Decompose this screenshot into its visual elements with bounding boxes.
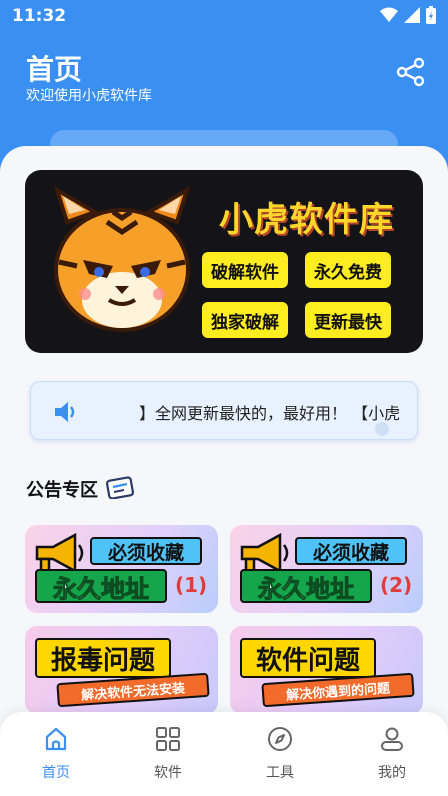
banner-title: 小虎软件库 xyxy=(219,200,394,240)
grid-icon xyxy=(156,727,180,751)
tab-label: 我的 xyxy=(378,765,406,781)
home-icon xyxy=(45,727,67,751)
tab-profile[interactable]: 我的 xyxy=(336,726,448,788)
section-title: 公告专区 xyxy=(26,480,98,501)
compass-icon xyxy=(268,727,292,751)
status-time: 11:32 xyxy=(12,6,67,26)
card-main-label: 软件问题 xyxy=(240,638,376,678)
status-bar: 11:32 xyxy=(0,0,448,32)
status-icons xyxy=(380,6,436,24)
banner-badge: 独家破解 xyxy=(202,302,288,338)
announcement-card-2[interactable]: 必须收藏 永久地址 (2) xyxy=(230,525,423,613)
notice-decoration xyxy=(375,422,389,436)
battery-icon xyxy=(426,6,436,24)
banner-badge: 永久免费 xyxy=(305,252,391,288)
card-main-label: 报毒问题 xyxy=(35,638,171,678)
speaker-icon xyxy=(55,402,75,422)
megaphone-icon xyxy=(35,533,84,573)
tab-software[interactable]: 软件 xyxy=(112,726,224,788)
share-icon[interactable] xyxy=(396,57,426,87)
wifi-icon xyxy=(380,7,398,22)
announcement-card-1[interactable]: 必须收藏 永久地址 (1) xyxy=(25,525,218,613)
banner[interactable]: 小虎软件库 破解软件 永久免费 独家破解 更新最快 xyxy=(25,170,423,353)
tiger-logo-icon xyxy=(53,185,191,332)
signal-icon xyxy=(404,7,420,23)
announcement-card-4[interactable]: 软件问题 解决你遇到的问题 xyxy=(230,626,423,714)
card-number: (2) xyxy=(380,573,413,597)
card-main-label: 永久地址 xyxy=(35,569,167,603)
user-icon xyxy=(381,727,403,751)
tab-tools[interactable]: 工具 xyxy=(224,726,336,788)
card-number: (1) xyxy=(175,573,208,597)
card-main-label: 永久地址 xyxy=(240,569,372,603)
notice-marquee[interactable]: 】全网更新最快的，最好用！ 【小虎 xyxy=(30,381,418,440)
tab-home[interactable]: 首页 xyxy=(0,726,112,788)
card-top-label: 必须收藏 xyxy=(295,537,407,565)
megaphone-icon xyxy=(240,533,289,573)
banner-badge: 更新最快 xyxy=(305,302,391,338)
notice-text: 】全网更新最快的，最好用！ 【小虎 xyxy=(139,404,401,423)
page-subtitle: 欢迎使用小虎软件库 xyxy=(26,88,152,104)
announcement-card-3[interactable]: 报毒问题 解决软件无法安装 xyxy=(25,626,218,714)
bottom-tab-bar: 首页 软件 工具 我的 xyxy=(0,712,448,796)
card-top-label: 必须收藏 xyxy=(90,537,202,565)
banner-badge: 破解软件 xyxy=(202,252,288,288)
tab-label: 首页 xyxy=(42,765,70,781)
page-title: 首页 xyxy=(26,53,83,86)
announcement-card-icon xyxy=(106,476,134,499)
tab-label: 软件 xyxy=(154,765,182,781)
tab-label: 工具 xyxy=(266,765,294,781)
